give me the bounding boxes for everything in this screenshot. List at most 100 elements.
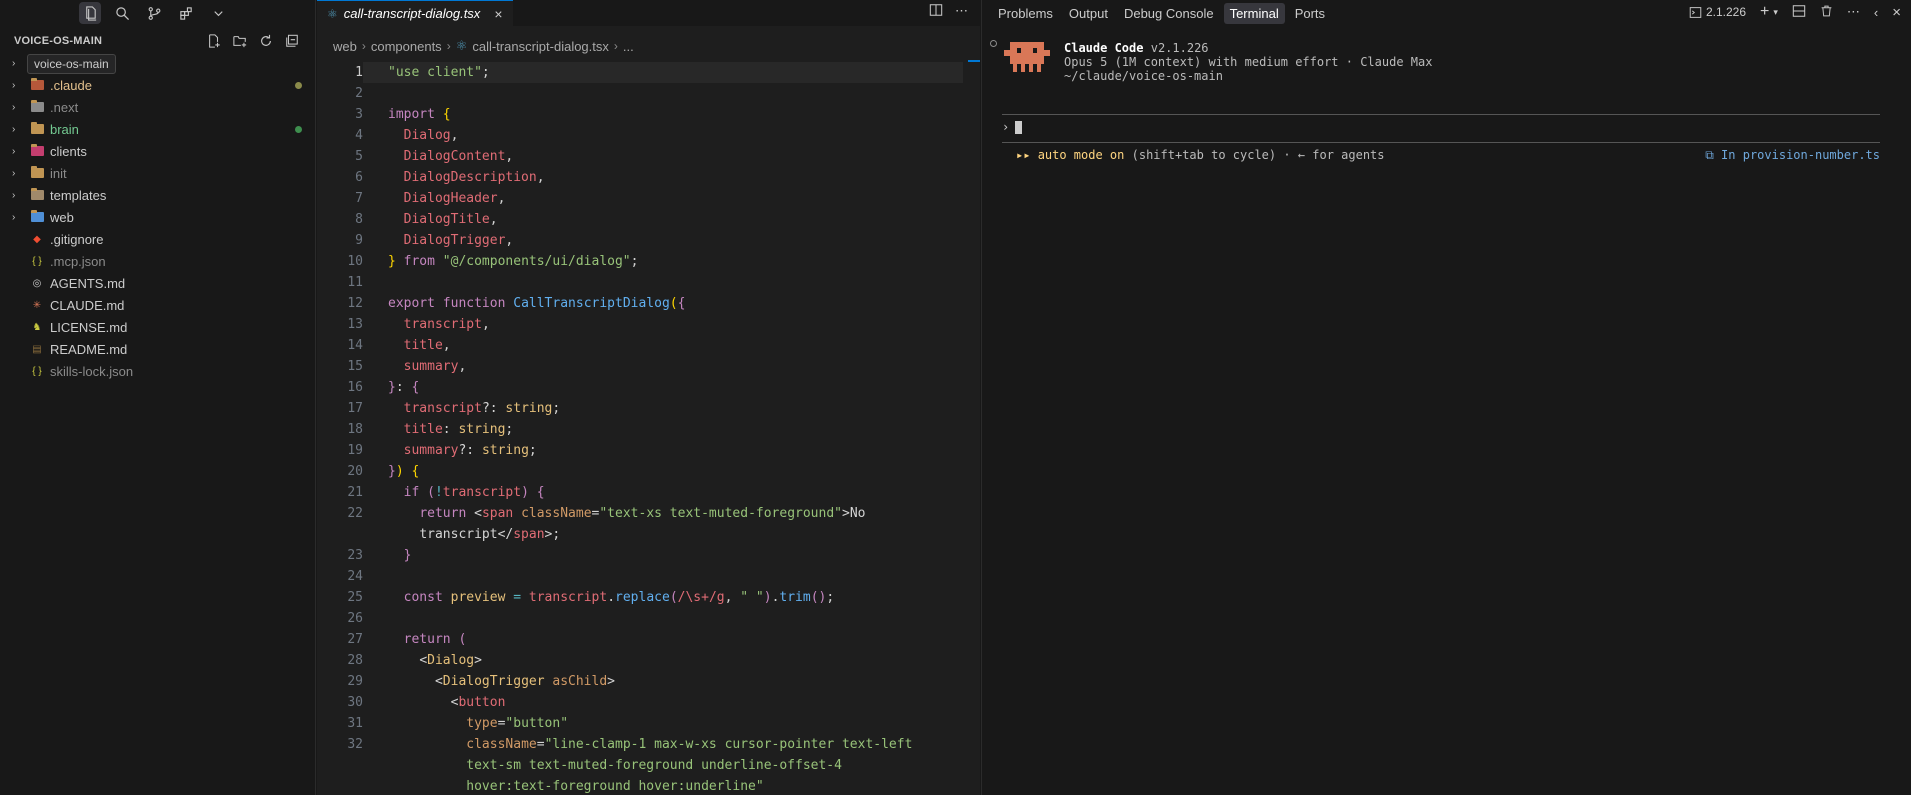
json-icon: { }: [32, 255, 42, 267]
collapse-folders-button[interactable]: [283, 32, 301, 50]
tree-file[interactable]: ›◎AGENTS.md: [0, 272, 316, 294]
code-line: 13 transcript,: [317, 314, 980, 335]
code-line: text-sm text-muted-foreground underline-…: [317, 755, 980, 776]
new-folder-icon: [233, 36, 247, 48]
tab-output[interactable]: Output: [1063, 3, 1114, 24]
tree-folder[interactable]: › init: [0, 162, 316, 184]
source-control-button[interactable]: [143, 2, 165, 24]
line-number: 21: [347, 485, 363, 500]
next-folder-icon: [30, 100, 44, 114]
more-actions-icon[interactable]: ⋯: [1847, 4, 1860, 20]
close-panel-icon[interactable]: ×: [1892, 4, 1901, 21]
refresh-explorer-button[interactable]: [257, 32, 275, 50]
tree-folder[interactable]: › clients: [0, 140, 316, 162]
code-line: 20}) {: [317, 461, 980, 482]
terminal-version-label: 2.1.226: [1705, 5, 1747, 19]
claude-code-header: Claude Code v2.1.226 Opus 5 (1M context)…: [1002, 38, 1432, 83]
tab-problems[interactable]: Problems: [992, 3, 1059, 24]
context-file-indicator[interactable]: ⧉ In provision-number.ts: [1705, 148, 1880, 163]
chevron-left-icon[interactable]: ‹: [1874, 5, 1878, 20]
refresh-icon: [261, 34, 271, 46]
line-number: 17: [347, 401, 363, 416]
breadcrumb-item[interactable]: call-transcript-dialog.tsx: [472, 39, 609, 54]
code-text: DialogContent,: [403, 149, 514, 164]
folder-tooltip: voice-os-main: [27, 54, 116, 74]
license-icon: ♞: [32, 321, 42, 333]
line-number: 23: [347, 548, 363, 563]
tab-ports[interactable]: Ports: [1289, 3, 1331, 24]
line-number: 26: [347, 611, 363, 626]
chevron-down-icon[interactable]: ▾: [1773, 7, 1778, 18]
chevron-right-icon: ›: [12, 167, 16, 179]
chevron-right-icon: ›: [12, 123, 16, 135]
more-views-button[interactable]: [207, 2, 229, 24]
panel-tabs: Problems Output Debug Console Terminal P…: [982, 0, 1911, 26]
explorer-view-button[interactable]: [79, 2, 101, 24]
tree-folder[interactable]: › web: [0, 206, 316, 228]
code-line: 19 summary?: string;: [317, 440, 980, 461]
line-number: 8: [355, 212, 363, 227]
tree-file[interactable]: ›{ }.mcp.json: [0, 250, 316, 272]
extensions-button[interactable]: [175, 2, 197, 24]
scroll-position-marker: [968, 60, 980, 62]
prompt-input[interactable]: ›: [1002, 120, 1023, 134]
new-file-button[interactable]: [205, 32, 223, 50]
new-terminal-icon[interactable]: +: [1760, 3, 1769, 21]
search-view-button[interactable]: [111, 2, 133, 24]
terminal-icon: [1689, 6, 1702, 18]
web-folder-icon: [30, 210, 44, 224]
editor-tab-active[interactable]: ⚛ call-transcript-dialog.tsx ×: [317, 0, 513, 26]
split-terminal-icon[interactable]: [1792, 4, 1806, 21]
code-line: 24: [317, 566, 980, 587]
editor-tab-label: call-transcript-dialog.tsx: [343, 6, 481, 21]
tree-file[interactable]: ›♞LICENSE.md: [0, 316, 316, 338]
claude-asterisk-icon: ✳: [32, 299, 42, 311]
trash-icon[interactable]: [1820, 4, 1833, 21]
tree-item-label: brain: [50, 121, 79, 137]
terminal-instance[interactable]: 2.1.226: [1689, 5, 1746, 19]
line-number: 24: [347, 569, 363, 584]
mode-label: auto mode on: [1037, 148, 1125, 162]
tree-file[interactable]: ›▤README.md: [0, 338, 316, 360]
tree-folder[interactable]: › templates: [0, 184, 316, 206]
code-line: 25 const preview = transcript.replace(/\…: [317, 587, 980, 608]
react-icon: ⚛: [455, 38, 468, 53]
tree-file[interactable]: ›{ }skills-lock.json: [0, 360, 316, 382]
text-cursor: [1015, 120, 1023, 134]
tree-item-label: .mcp.json: [50, 253, 106, 269]
new-folder-button[interactable]: [231, 32, 249, 50]
tab-terminal[interactable]: Terminal: [1223, 2, 1285, 24]
split-editor-icon[interactable]: [929, 3, 943, 20]
chevron-right-icon: ›: [12, 79, 16, 91]
code-text: DialogDescription,: [403, 170, 545, 185]
tree-folder[interactable]: › brain: [0, 118, 316, 140]
line-number: 7: [355, 191, 363, 206]
breadcrumb-item[interactable]: web: [333, 39, 357, 54]
code-text: DialogTrigger,: [403, 233, 514, 248]
tree-item-label: init: [50, 165, 67, 181]
tree-folder[interactable]: › .next: [0, 96, 316, 118]
tree-file[interactable]: ›◆.gitignore: [0, 228, 316, 250]
clients-folder-icon: [30, 144, 44, 158]
tree-folder[interactable]: › .claude: [0, 74, 316, 96]
code-line: 32 className="line-clamp-1 max-w-xs curs…: [317, 734, 980, 755]
bottom-panel: Problems Output Debug Console Terminal P…: [981, 0, 1911, 795]
breadcrumb-item[interactable]: components: [371, 39, 442, 54]
file-tree: › › .claude › .next › brain › clients › init › templ…: [0, 52, 316, 382]
breadcrumb-item[interactable]: ...: [623, 39, 634, 54]
code-area[interactable]: 1 "use client"; 2 3 import {4 Dialog, 5 Dialo…: [317, 62, 980, 795]
tree-file[interactable]: ›✳CLAUDE.md: [0, 294, 316, 316]
code-text: return <span className="text-xs text-mut…: [419, 506, 866, 521]
line-number: 22: [347, 506, 363, 521]
more-actions-icon[interactable]: ⋯: [955, 3, 968, 20]
status-bullet-icon: [990, 40, 997, 47]
chevron-right-icon: ›: [12, 57, 16, 69]
code-text: <DialogTrigger asChild>: [434, 674, 615, 689]
close-tab-icon[interactable]: ×: [494, 6, 502, 22]
folder-icon: [30, 166, 44, 180]
line-number: 28: [347, 653, 363, 668]
code-text: } from "@/components/ui/dialog";: [388, 254, 639, 269]
code-line: 2: [317, 83, 980, 104]
editor-actions: ⋯: [929, 3, 968, 20]
tab-debug-console[interactable]: Debug Console: [1118, 3, 1220, 24]
